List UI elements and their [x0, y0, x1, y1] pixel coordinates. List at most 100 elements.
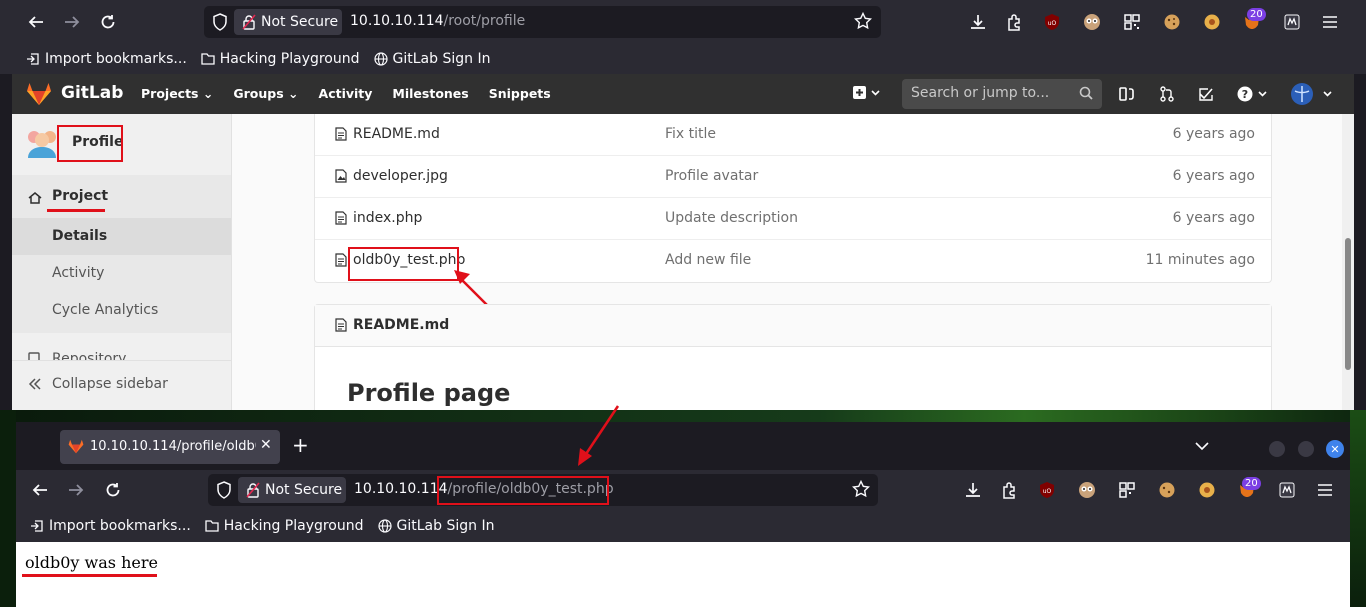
back-icon[interactable]: [26, 476, 54, 504]
double-chevron-left-icon: [28, 377, 42, 395]
bookmark-gitlab-sign-in[interactable]: GitLab Sign In: [373, 51, 491, 67]
bookmark-star-icon[interactable]: [853, 11, 873, 34]
project-avatar[interactable]: [24, 126, 60, 164]
commit-message[interactable]: Fix title: [665, 126, 716, 142]
nav-activity[interactable]: Activity: [319, 86, 373, 101]
bookmark-label: GitLab Sign In: [392, 51, 491, 67]
bookmark-label: Import bookmarks...: [45, 51, 187, 67]
commit-message[interactable]: Update description: [665, 210, 798, 226]
tab-close-icon[interactable]: ✕: [260, 437, 272, 453]
table-row[interactable]: index.php Update description 6 years ago: [315, 198, 1271, 240]
window-close-button[interactable]: ✕: [1326, 440, 1344, 458]
new-tab-plus-icon[interactable]: +: [292, 435, 309, 455]
gitlab-brand[interactable]: GitLab: [61, 83, 123, 103]
security-indicator[interactable]: Not Secure: [238, 477, 346, 503]
issues-icon[interactable]: [1119, 86, 1135, 106]
svg-text:uO: uO: [1048, 20, 1057, 27]
main-scrollbar[interactable]: [1342, 114, 1354, 410]
tab-overflow-chevron-icon[interactable]: [1195, 441, 1209, 451]
sidebar-item-activity[interactable]: Activity: [12, 255, 231, 292]
user-avatar[interactable]: [1290, 82, 1340, 110]
top-toolbar: Not Secure 10.10.10.114/root/profile uO: [0, 0, 1366, 44]
bookmark-import[interactable]: Import bookmarks...: [26, 51, 187, 67]
nav-label: Groups: [233, 86, 284, 101]
scrollbar-thumb[interactable]: [1345, 238, 1351, 370]
back-icon[interactable]: [22, 8, 50, 36]
url-bar[interactable]: Not Secure 10.10.10.114/root/profile: [204, 6, 881, 38]
nav-milestones[interactable]: Milestones: [392, 86, 468, 101]
list-all-tabs-icon[interactable]: [32, 434, 60, 462]
collapse-sidebar-button[interactable]: Collapse sidebar: [12, 360, 231, 410]
tab-active[interactable]: 10.10.10.114/profile/oldb0y ✕: [60, 430, 280, 464]
menu-hamburger-icon[interactable]: [1316, 8, 1344, 36]
reload-icon[interactable]: [99, 476, 127, 504]
forward-icon[interactable]: [58, 8, 86, 36]
bookmark-gitlab-sign-in[interactable]: GitLab Sign In: [377, 518, 494, 534]
downloads-icon[interactable]: [959, 476, 987, 504]
new-item-plus-icon[interactable]: [852, 85, 882, 105]
ublock-icon[interactable]: uO: [1038, 8, 1066, 36]
bookmark-hacking-playground[interactable]: Hacking Playground: [201, 51, 360, 67]
todos-icon[interactable]: [1198, 86, 1214, 106]
bookmark-label: Hacking Playground: [223, 518, 364, 534]
nav-projects[interactable]: Projects ⌄: [141, 86, 213, 101]
extensions-icon[interactable]: [995, 476, 1023, 504]
commit-message[interactable]: Add new file: [665, 252, 751, 268]
gitlab-logo-icon[interactable]: [26, 82, 52, 110]
downloads-icon[interactable]: [964, 8, 992, 36]
sidebar-section-project[interactable]: Project: [52, 188, 108, 204]
url-host: 10.10.10.114: [350, 13, 444, 29]
cookie-editor-icon[interactable]: [1198, 8, 1226, 36]
cookie-icon[interactable]: [1158, 8, 1186, 36]
menu-hamburger-icon[interactable]: [1311, 476, 1339, 504]
cookie-icon[interactable]: [1153, 476, 1181, 504]
nav-label: Projects: [141, 86, 199, 101]
bookmark-hacking-playground[interactable]: Hacking Playground: [205, 518, 364, 534]
sidebar-item-cycle-analytics[interactable]: Cycle Analytics: [12, 292, 231, 329]
file-name[interactable]: README.md: [353, 126, 440, 142]
import-icon: [27, 53, 39, 65]
file-name[interactable]: index.php: [353, 210, 422, 226]
ublock-icon[interactable]: uO: [1033, 476, 1061, 504]
readme-filename[interactable]: README.md: [353, 317, 449, 333]
annotation-underline-project: [47, 209, 105, 212]
forward-icon[interactable]: [62, 476, 90, 504]
window-maximize-button[interactable]: [1298, 441, 1314, 457]
reload-icon[interactable]: [94, 8, 122, 36]
sidebar-item-repository[interactable]: Repository: [12, 346, 231, 360]
bookmark-import[interactable]: Import bookmarks...: [30, 518, 191, 534]
qr-code-icon[interactable]: [1113, 476, 1141, 504]
wappalyzer-icon[interactable]: [1278, 8, 1306, 36]
window-minimize-button[interactable]: [1269, 441, 1285, 457]
extensions-icon[interactable]: [1000, 8, 1028, 36]
qr-code-icon[interactable]: [1118, 8, 1146, 36]
merge-requests-icon[interactable]: [1159, 86, 1175, 106]
commit-message[interactable]: Profile avatar: [665, 168, 758, 184]
gitlab-search-input[interactable]: Search or jump to...: [902, 79, 1102, 109]
privacy-extension-icon[interactable]: [1073, 476, 1101, 504]
table-row[interactable]: README.md Fix title 6 years ago: [315, 114, 1271, 156]
folder-icon: [205, 520, 219, 532]
url-text[interactable]: 10.10.10.114/root/profile: [350, 13, 525, 29]
sidebar-item-label: Activity: [52, 265, 105, 281]
bookmark-star-icon[interactable]: [851, 479, 871, 502]
privacy-extension-icon[interactable]: [1078, 8, 1106, 36]
security-indicator[interactable]: Not Secure: [234, 9, 342, 35]
help-icon[interactable]: ?: [1237, 85, 1269, 107]
wappalyzer-icon[interactable]: [1273, 476, 1301, 504]
readme-title: Profile page: [347, 379, 511, 407]
tracking-shield-icon[interactable]: [212, 13, 228, 35]
svg-text:?: ?: [1242, 88, 1248, 101]
nav-groups[interactable]: Groups ⌄: [233, 86, 298, 101]
table-row[interactable]: developer.jpg Profile avatar 6 years ago: [315, 156, 1271, 198]
file-name[interactable]: developer.jpg: [353, 168, 448, 184]
sidebar-item-label: Repository: [52, 351, 127, 360]
annotation-box-url: [437, 476, 609, 505]
search-placeholder: Search or jump to...: [911, 85, 1050, 101]
cookie-editor-icon[interactable]: [1193, 476, 1221, 504]
sidebar-item-details[interactable]: Details: [12, 218, 231, 255]
commit-date: 6 years ago: [1172, 126, 1255, 142]
nav-snippets[interactable]: Snippets: [489, 86, 551, 101]
url-bar[interactable]: Not Secure 10.10.10.114/profile/oldb0y_t…: [208, 474, 878, 506]
tracking-shield-icon[interactable]: [216, 481, 232, 503]
